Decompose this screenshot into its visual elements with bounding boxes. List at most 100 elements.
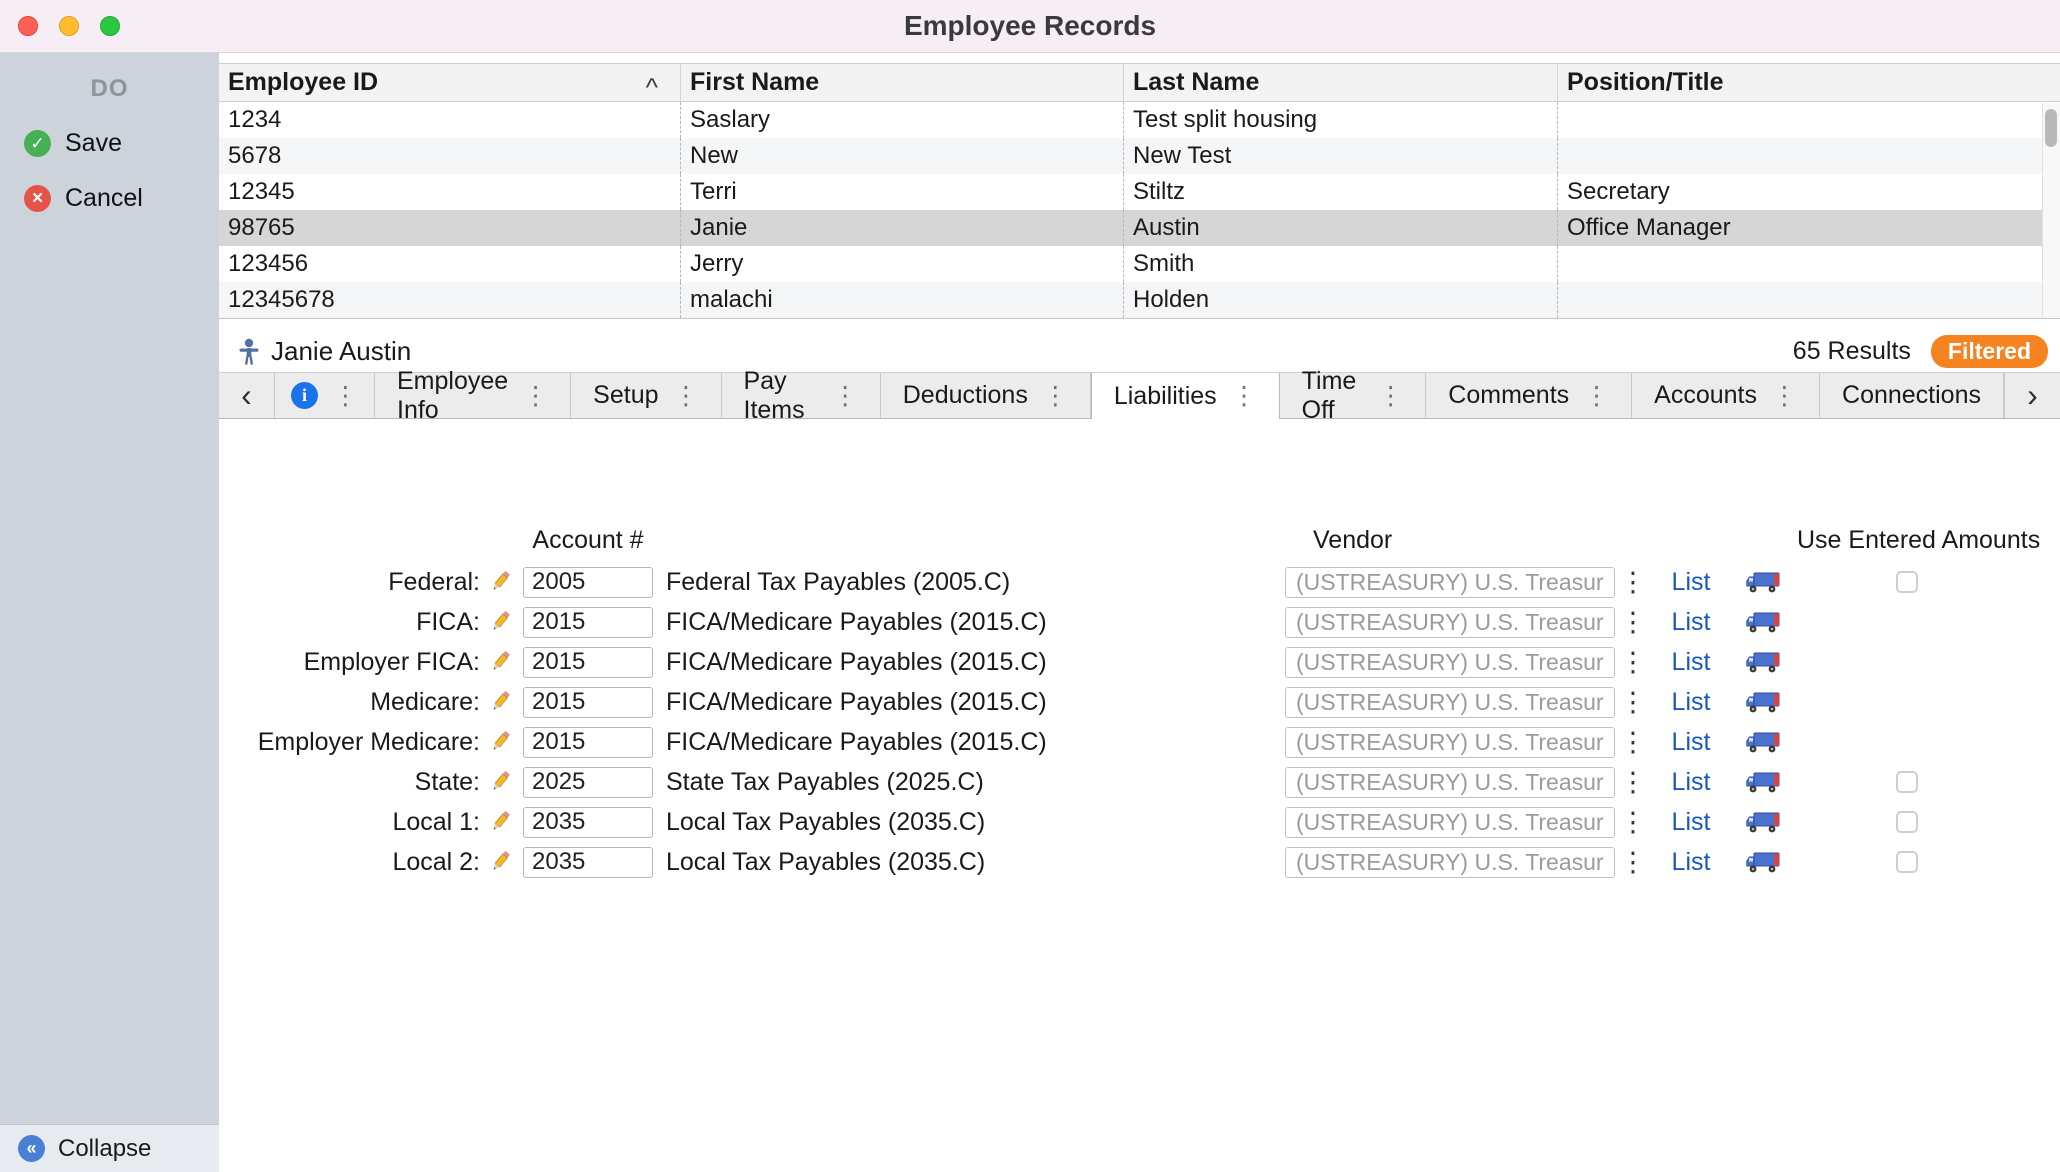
vendor-list-link[interactable]: List (1651, 688, 1731, 717)
account-number-input[interactable] (523, 567, 653, 598)
vendor-input[interactable] (1285, 607, 1615, 638)
edit-pencil-icon[interactable] (480, 769, 520, 795)
vendor-list-link[interactable]: List (1651, 808, 1731, 837)
truck-icon[interactable] (1731, 810, 1795, 835)
liability-label: Employer Medicare: (219, 728, 480, 757)
edit-pencil-icon[interactable] (480, 569, 520, 595)
cell-last-name: Test split housing (1123, 102, 1557, 138)
truck-icon[interactable] (1731, 730, 1795, 755)
tab-liabilities[interactable]: Liabilities ⋮ (1091, 373, 1280, 419)
table-scrollbar[interactable] (2042, 103, 2060, 318)
tab-pay-items[interactable]: Pay Items ⋮ (722, 373, 881, 418)
vendor-menu-icon[interactable]: ⋮ (1615, 687, 1651, 718)
account-number-header: Account # (520, 526, 656, 555)
tab-employee-info[interactable]: Employee Info ⋮ (375, 373, 571, 418)
tab-menu-icon[interactable]: ⋮ (333, 381, 358, 411)
tab-menu-icon[interactable]: ⋮ (1378, 381, 1403, 411)
tab-menu-icon[interactable]: ⋮ (523, 381, 548, 411)
close-window-button[interactable] (18, 16, 38, 36)
vendor-input[interactable] (1285, 847, 1615, 878)
table-row[interactable]: 1234 Saslary Test split housing (219, 102, 2060, 138)
tabs-scroll-left-button[interactable]: ‹ (219, 373, 275, 418)
vendor-list-link[interactable]: List (1651, 568, 1731, 597)
table-row[interactable]: 12345678 malachi Holden (219, 282, 2060, 318)
edit-pencil-icon[interactable] (480, 609, 520, 635)
filtered-badge[interactable]: Filtered (1931, 335, 2048, 368)
collapse-button[interactable]: « Collapse (0, 1124, 219, 1172)
truck-icon[interactable] (1731, 690, 1795, 715)
liability-row-local-2: Local 2: Local Tax Payables (2035.C) ⋮ L… (219, 842, 2060, 882)
vendor-menu-icon[interactable]: ⋮ (1615, 647, 1651, 678)
save-button[interactable]: ✓ Save (24, 129, 219, 158)
account-description: FICA/Medicare Payables (2015.C) (656, 688, 1285, 717)
use-entered-amount-checkbox[interactable] (1896, 571, 1918, 593)
use-entered-amount-checkbox[interactable] (1896, 771, 1918, 793)
account-number-input[interactable] (523, 607, 653, 638)
tab-menu-icon[interactable]: ⋮ (1232, 381, 1257, 411)
vendor-menu-icon[interactable]: ⋮ (1615, 847, 1651, 878)
vendor-menu-icon[interactable]: ⋮ (1615, 767, 1651, 798)
tab-label: Employee Info (397, 367, 508, 425)
vendor-input[interactable] (1285, 687, 1615, 718)
tab-setup[interactable]: Setup ⋮ (571, 373, 721, 418)
truck-icon[interactable] (1731, 570, 1795, 595)
tab-menu-icon[interactable]: ⋮ (1772, 381, 1797, 411)
tab-menu-icon[interactable]: ⋮ (674, 381, 699, 411)
tab-time-off[interactable]: Time Off ⋮ (1280, 373, 1427, 418)
cancel-button[interactable]: × Cancel (24, 184, 219, 213)
account-number-input[interactable] (523, 687, 653, 718)
vendor-list-link[interactable]: List (1651, 848, 1731, 877)
column-header-first-name[interactable]: First Name (680, 64, 1123, 101)
vendor-menu-icon[interactable]: ⋮ (1615, 567, 1651, 598)
use-entered-amount-checkbox[interactable] (1896, 811, 1918, 833)
column-header-position-title[interactable]: Position/Title (1557, 64, 2060, 101)
vendor-input[interactable] (1285, 767, 1615, 798)
vendor-input[interactable] (1285, 567, 1615, 598)
tab-menu-icon[interactable]: ⋮ (833, 381, 858, 411)
edit-pencil-icon[interactable] (480, 729, 520, 755)
tab-comments[interactable]: Comments ⋮ (1426, 373, 1632, 418)
table-row[interactable]: 5678 New New Test (219, 138, 2060, 174)
truck-icon[interactable] (1731, 850, 1795, 875)
vendor-menu-icon[interactable]: ⋮ (1615, 607, 1651, 638)
vendor-menu-icon[interactable]: ⋮ (1615, 727, 1651, 758)
account-number-input[interactable] (523, 807, 653, 838)
truck-icon[interactable] (1731, 650, 1795, 675)
edit-pencil-icon[interactable] (480, 849, 520, 875)
vendor-list-link[interactable]: List (1651, 648, 1731, 677)
table-row[interactable]: 123456 Jerry Smith (219, 246, 2060, 282)
zoom-window-button[interactable] (100, 16, 120, 36)
tab-connections[interactable]: Connections (1820, 373, 2004, 418)
account-number-input[interactable] (523, 727, 653, 758)
tab-menu-icon[interactable]: ⋮ (1043, 381, 1068, 411)
edit-pencil-icon[interactable] (480, 809, 520, 835)
vendor-list-link[interactable]: List (1651, 728, 1731, 757)
tab-accounts[interactable]: Accounts ⋮ (1632, 373, 1820, 418)
vendor-menu-icon[interactable]: ⋮ (1615, 807, 1651, 838)
table-row-selected[interactable]: 98765 Janie Austin Office Manager (219, 210, 2060, 246)
tab-menu-icon[interactable]: ⋮ (1584, 381, 1609, 411)
vendor-input[interactable] (1285, 807, 1615, 838)
edit-pencil-icon[interactable] (480, 689, 520, 715)
use-entered-amount-checkbox[interactable] (1896, 851, 1918, 873)
truck-icon[interactable] (1731, 770, 1795, 795)
results-count: 65 Results (1793, 337, 1911, 366)
account-number-input[interactable] (523, 847, 653, 878)
account-number-input[interactable] (523, 647, 653, 678)
vendor-list-link[interactable]: List (1651, 608, 1731, 637)
column-header-employee-id[interactable]: Employee ID ^ (219, 64, 680, 101)
vendor-list-link[interactable]: List (1651, 768, 1731, 797)
table-row[interactable]: 12345 Terri Stiltz Secretary (219, 174, 2060, 210)
tab-info[interactable]: i ⋮ (275, 373, 375, 418)
scrollbar-thumb[interactable] (2045, 109, 2057, 147)
tabs-scroll-right-button[interactable]: › (2004, 373, 2060, 418)
column-header-last-name[interactable]: Last Name (1123, 64, 1557, 101)
cell-employee-id: 1234 (219, 102, 680, 138)
tab-deductions[interactable]: Deductions ⋮ (881, 373, 1091, 418)
vendor-input[interactable] (1285, 727, 1615, 758)
vendor-input[interactable] (1285, 647, 1615, 678)
truck-icon[interactable] (1731, 610, 1795, 635)
account-number-input[interactable] (523, 767, 653, 798)
edit-pencil-icon[interactable] (480, 649, 520, 675)
minimize-window-button[interactable] (59, 16, 79, 36)
